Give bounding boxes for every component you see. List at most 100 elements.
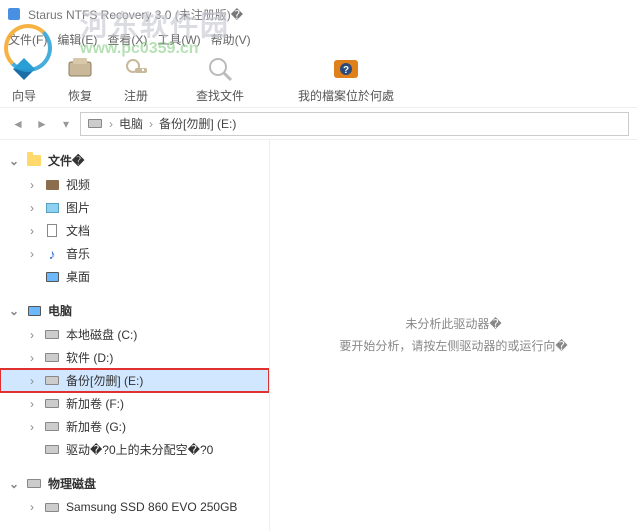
chevron-right-icon[interactable]: › — [26, 374, 38, 388]
chevron-right-icon[interactable]: › — [26, 351, 38, 365]
document-icon — [44, 223, 60, 239]
tree-item-label: 备份[勿删] (E:) — [66, 372, 143, 389]
tree-item-drive-f[interactable]: › 新加卷 (F:) — [0, 392, 269, 415]
chevron-right-icon[interactable]: › — [26, 178, 38, 192]
search-icon — [204, 53, 236, 85]
drive-icon — [44, 327, 60, 343]
chevron-down-icon[interactable]: ⌄ — [8, 154, 20, 168]
app-icon — [6, 6, 22, 22]
menu-view[interactable]: 查看(X) — [107, 31, 147, 48]
tree-item-drive-c[interactable]: › 本地磁盘 (C:) — [0, 323, 269, 346]
tree-item-pictures[interactable]: › 图片 — [0, 196, 269, 219]
tree-header-physical[interactable]: ⌄ 物理磁盘 — [0, 471, 269, 496]
tree-item-video[interactable]: › 视频 — [0, 173, 269, 196]
svg-text:?: ? — [343, 65, 349, 76]
tree-group-computer: ⌄ 电脑 › 本地磁盘 (C:) › 软件 (D:) › 备份[勿删] (E:)… — [0, 298, 269, 461]
recover-button[interactable]: 恢复 — [64, 53, 96, 104]
breadcrumb[interactable]: › 电脑 › 备份[勿删] (E:) — [80, 112, 629, 136]
folder-icon — [26, 153, 42, 169]
drive-icon — [44, 499, 60, 515]
chevron-right-icon[interactable]: › — [26, 328, 38, 342]
tree-item-label: 桌面 — [66, 268, 90, 285]
find-label: 查找文件 — [196, 87, 244, 104]
tree-item-label: 图片 — [66, 199, 90, 216]
tree-panel: ⌄ 文件� › 视频 › 图片 › 文档 › ♪ 音乐 — [0, 140, 270, 531]
tree-item-drive-g[interactable]: › 新加卷 (G:) — [0, 415, 269, 438]
drive-icon — [87, 116, 103, 132]
register-icon — [120, 53, 152, 85]
tree-item-label: 音乐 — [66, 245, 90, 262]
menu-edit[interactable]: 编辑(E) — [57, 31, 97, 48]
where-button[interactable]: ? 我的檔案位於何處 — [298, 53, 394, 104]
recover-label: 恢复 — [68, 87, 92, 104]
tree-item-documents[interactable]: › 文档 — [0, 219, 269, 242]
drive-icon — [44, 373, 60, 389]
toolbar: 向导 恢复 注册 查找文件 ? 我的檔案位於何處 — [0, 50, 637, 108]
menubar: 文件(F) 编辑(E) 查看(X) 工具(W) 帮助(V) — [0, 28, 637, 50]
chevron-right-icon[interactable]: › — [26, 224, 38, 238]
recover-icon — [64, 53, 96, 85]
drive-icon — [44, 396, 60, 412]
tree-header-label: 电脑 — [48, 302, 72, 319]
titlebar: Starus NTFS Recovery 3.0 (未注册版)� — [0, 0, 637, 28]
wizard-label: 向导 — [12, 87, 36, 104]
tree-header-label: 物理磁盘 — [48, 475, 96, 492]
chevron-right-icon[interactable]: › — [26, 247, 38, 261]
chevron-right-icon[interactable]: › — [26, 500, 38, 514]
tree-item-drive-e[interactable]: › 备份[勿删] (E:) — [0, 369, 269, 392]
breadcrumb-current[interactable]: 备份[勿删] (E:) — [159, 115, 236, 132]
window-title: Starus NTFS Recovery 3.0 (未注册版)� — [28, 6, 243, 23]
chevron-down-icon[interactable]: ⌄ — [8, 304, 20, 318]
drive-icon — [26, 476, 42, 492]
tree-item-unallocated[interactable]: 驱动�?0上的未分配空�?0 — [0, 438, 269, 461]
menu-tools[interactable]: 工具(W) — [157, 31, 200, 48]
content-panel: 未分析此驱动器� 要开始分析，请按左侧驱动器的或运行向� — [270, 140, 637, 531]
content-message-1: 未分析此驱动器� — [405, 314, 501, 336]
nav-dropdown-icon[interactable]: ▾ — [56, 114, 76, 134]
menu-file[interactable]: 文件(F) — [8, 31, 47, 48]
tree-item-label: 本地磁盘 (C:) — [66, 326, 137, 343]
tree-item-ssd[interactable]: › Samsung SSD 860 EVO 250GB — [0, 496, 269, 518]
menu-help[interactable]: 帮助(V) — [211, 31, 251, 48]
wizard-icon — [8, 53, 40, 85]
help-icon: ? — [330, 53, 362, 85]
tree-group-files: ⌄ 文件� › 视频 › 图片 › 文档 › ♪ 音乐 — [0, 148, 269, 288]
tree-item-label: 驱动�?0上的未分配空�?0 — [66, 441, 213, 458]
computer-icon — [26, 303, 42, 319]
video-icon — [44, 177, 60, 193]
register-button[interactable]: 注册 — [120, 53, 152, 104]
tree-item-music[interactable]: › ♪ 音乐 — [0, 242, 269, 265]
tree-group-physical: ⌄ 物理磁盘 › Samsung SSD 860 EVO 250GB — [0, 471, 269, 518]
chevron-right-icon: › — [149, 117, 153, 131]
content-message-2: 要开始分析，请按左侧驱动器的或运行向� — [339, 336, 567, 358]
tree-item-desktop[interactable]: 桌面 — [0, 265, 269, 288]
tree-item-label: 软件 (D:) — [66, 349, 113, 366]
nav-back-icon[interactable]: ◄ — [8, 114, 28, 134]
main: ⌄ 文件� › 视频 › 图片 › 文档 › ♪ 音乐 — [0, 140, 637, 531]
chevron-right-icon[interactable]: › — [26, 201, 38, 215]
tree-item-label: Samsung SSD 860 EVO 250GB — [66, 500, 237, 514]
chevron-down-icon[interactable]: ⌄ — [8, 477, 20, 491]
picture-icon — [44, 200, 60, 216]
tree-header-label: 文件� — [48, 152, 84, 169]
breadcrumb-bar: ◄ ► ▾ › 电脑 › 备份[勿删] (E:) — [0, 108, 637, 140]
drive-icon — [44, 419, 60, 435]
drive-icon — [44, 350, 60, 366]
register-label: 注册 — [124, 87, 148, 104]
drive-icon — [44, 442, 60, 458]
tree-item-label: 视频 — [66, 176, 90, 193]
wizard-button[interactable]: 向导 — [8, 53, 40, 104]
where-label: 我的檔案位於何處 — [298, 87, 394, 104]
tree-header-computer[interactable]: ⌄ 电脑 — [0, 298, 269, 323]
nav-forward-icon[interactable]: ► — [32, 114, 52, 134]
chevron-right-icon[interactable]: › — [26, 420, 38, 434]
tree-header-files[interactable]: ⌄ 文件� — [0, 148, 269, 173]
tree-item-label: 新加卷 (F:) — [66, 395, 124, 412]
breadcrumb-root[interactable]: 电脑 — [119, 115, 143, 132]
tree-item-drive-d[interactable]: › 软件 (D:) — [0, 346, 269, 369]
chevron-right-icon: › — [109, 117, 113, 131]
find-button[interactable]: 查找文件 — [196, 53, 244, 104]
tree-item-label: 文档 — [66, 222, 90, 239]
tree-item-label: 新加卷 (G:) — [66, 418, 126, 435]
chevron-right-icon[interactable]: › — [26, 397, 38, 411]
